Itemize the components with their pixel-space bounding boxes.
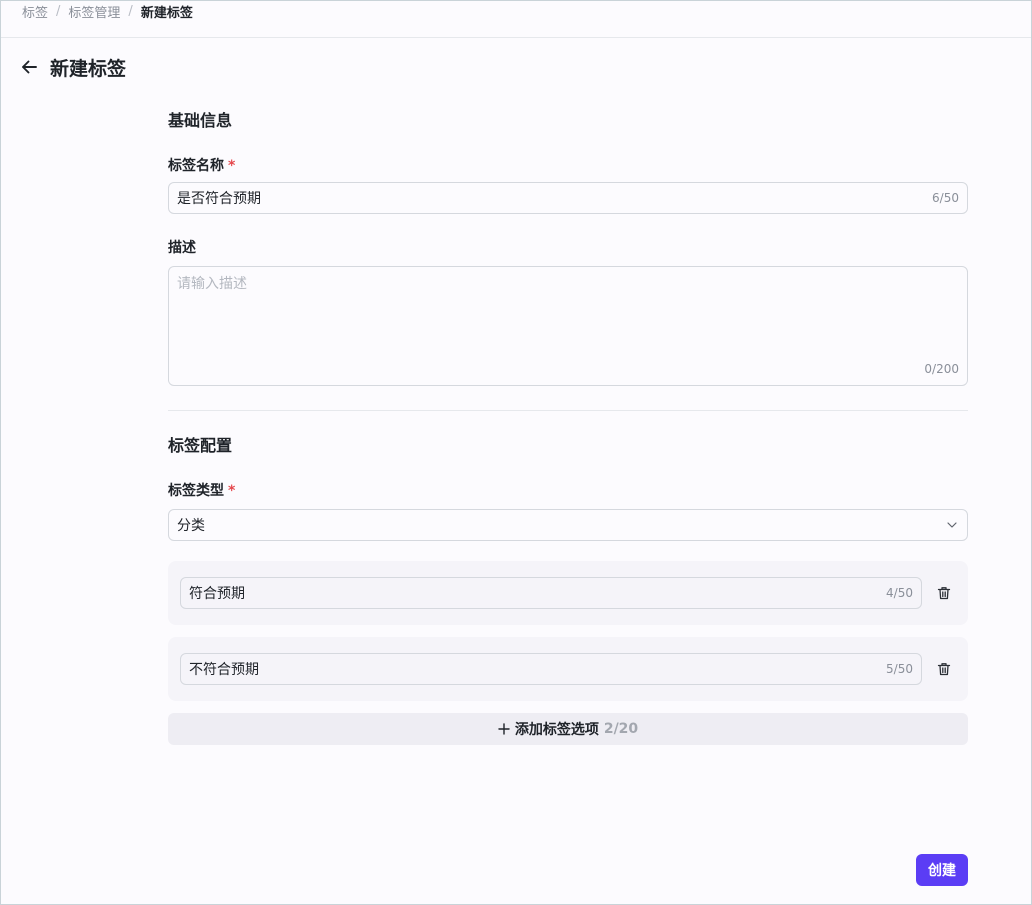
- description-textarea[interactable]: 请输入描述 0/200: [168, 266, 968, 386]
- breadcrumb-item-tag-management[interactable]: 标签管理: [68, 2, 120, 21]
- tag-option-input[interactable]: 符合预期 4/50: [180, 577, 922, 609]
- add-tag-option-label: 添加标签选项: [514, 722, 599, 738]
- tag-name-value: 是否符合预期: [177, 191, 261, 207]
- trash-icon[interactable]: [936, 585, 952, 601]
- plus-icon: [498, 720, 510, 739]
- page-title: 新建标签: [50, 57, 127, 80]
- tag-type-label-text: 标签类型: [168, 483, 224, 499]
- tag-form: 基础信息 标签名称 * 是否符合预期 6/50 描述 请输入描述 0/200 标签…: [168, 108, 968, 745]
- description-counter: 0/200: [924, 362, 959, 376]
- required-mark: *: [228, 158, 236, 174]
- section-title-tag-config: 标签配置: [168, 436, 233, 455]
- tag-name-counter: 6/50: [932, 191, 959, 205]
- breadcrumb-separator: /: [128, 3, 133, 19]
- breadcrumb: 标签 / 标签管理 / 新建标签: [22, 1, 193, 21]
- section-title-basic-info: 基础信息: [168, 111, 233, 130]
- breadcrumb-separator: /: [56, 3, 61, 19]
- tag-option-counter: 5/50: [886, 662, 913, 676]
- tag-option-counter: 4/50: [886, 586, 913, 600]
- tag-type-select[interactable]: 分类: [168, 509, 968, 541]
- tag-option-value: 符合预期: [189, 586, 245, 602]
- tag-name-input[interactable]: 是否符合预期 6/50: [168, 182, 968, 214]
- chevron-down-icon: [945, 518, 959, 532]
- description-placeholder: 请输入描述: [177, 276, 247, 292]
- header-divider: [1, 37, 1031, 38]
- arrow-left-icon[interactable]: [18, 56, 40, 78]
- tag-name-label: 标签名称 *: [168, 156, 968, 176]
- tag-type-label: 标签类型 *: [168, 481, 968, 501]
- tag-name-label-text: 标签名称: [168, 158, 224, 174]
- breadcrumb-item-tags[interactable]: 标签: [22, 2, 48, 21]
- tag-option-value: 不符合预期: [189, 662, 259, 678]
- add-tag-option-count: 2/20: [603, 721, 639, 737]
- create-button[interactable]: 创建: [916, 854, 968, 886]
- tag-option-item: 符合预期 4/50: [168, 561, 968, 625]
- required-mark: *: [228, 483, 236, 499]
- add-tag-option-button[interactable]: 添加标签选项 2/20: [168, 713, 968, 745]
- description-label: 描述: [168, 240, 196, 256]
- tag-type-value: 分类: [177, 518, 205, 534]
- breadcrumb-item-current: 新建标签: [140, 5, 193, 21]
- tag-option-item: 不符合预期 5/50: [168, 637, 968, 701]
- page-header: 新建标签: [18, 52, 126, 82]
- trash-icon[interactable]: [936, 661, 952, 677]
- tag-option-input[interactable]: 不符合预期 5/50: [180, 653, 922, 685]
